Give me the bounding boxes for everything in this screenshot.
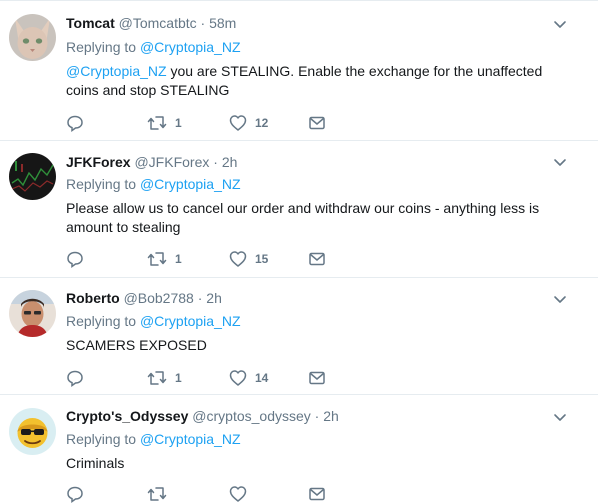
tweet[interactable]: Crypto's_Odyssey @cryptos_odyssey · 2h R… (0, 395, 598, 503)
tweet-header: Crypto's_Odyssey @cryptos_odyssey · 2h (66, 407, 339, 425)
chevron-down-icon[interactable] (553, 155, 567, 169)
tweet-text: SCAMERS EXPOSED (66, 337, 207, 353)
user-handle[interactable]: @Bob2788 (124, 290, 194, 306)
heart-icon (229, 251, 247, 267)
like-count: 14 (255, 371, 269, 385)
timestamp[interactable]: 2h (323, 408, 339, 424)
direct-message-button[interactable] (308, 368, 326, 388)
retweet-count: 1 (175, 371, 182, 385)
envelope-icon (309, 116, 325, 130)
mention-link[interactable]: @Cryptopia_NZ (66, 63, 167, 79)
replying-to-prefix: Replying to (66, 431, 137, 447)
reply-button[interactable] (66, 484, 84, 504)
chevron-down-icon[interactable] (553, 410, 567, 424)
like-count: 15 (255, 252, 269, 266)
retweet-count: 1 (175, 252, 182, 266)
replying-to: Replying to @Cryptopia_NZ (66, 312, 241, 330)
chevron-down-icon[interactable] (553, 292, 567, 306)
tweet[interactable]: JFKForex @JFKForex · 2h Replying to @Cry… (0, 141, 598, 278)
separator: · (197, 290, 203, 306)
like-button[interactable]: 15 (229, 249, 268, 269)
heart-icon (229, 370, 247, 386)
tweet-text: @Cryptopia_NZ you are STEALING. Enable t… (66, 62, 576, 100)
tweet-actions: 1 14 (66, 368, 366, 388)
replying-to-link[interactable]: @Cryptopia_NZ (140, 176, 241, 192)
replying-to: Replying to @Cryptopia_NZ (66, 430, 241, 448)
replying-to: Replying to @Cryptopia_NZ (66, 175, 241, 193)
replying-to-prefix: Replying to (66, 313, 137, 329)
retweet-icon (147, 371, 167, 385)
reply-button[interactable] (66, 368, 84, 388)
user-handle[interactable]: @cryptos_odyssey (192, 408, 310, 424)
retweet-button[interactable]: 1 (147, 249, 182, 269)
separator: · (213, 154, 218, 170)
timestamp[interactable]: 2h (222, 154, 238, 170)
replying-to: Replying to @Cryptopia_NZ (66, 38, 241, 56)
avatar[interactable] (9, 290, 56, 337)
like-button[interactable]: 12 (229, 113, 268, 133)
heart-icon (229, 115, 247, 131)
retweet-button[interactable]: 1 (147, 368, 182, 388)
replying-to-prefix: Replying to (66, 176, 137, 192)
tweet-text: Please allow us to cancel our order and … (66, 200, 540, 235)
replying-to-prefix: Replying to (66, 39, 137, 55)
replying-to-link[interactable]: @Cryptopia_NZ (140, 313, 241, 329)
tweet-text: Criminals (66, 455, 125, 471)
tweet-actions (66, 484, 366, 504)
separator: · (314, 408, 320, 424)
direct-message-button[interactable] (308, 249, 326, 269)
retweet-button[interactable]: 1 (147, 113, 182, 133)
avatar[interactable] (9, 408, 56, 455)
user-handle[interactable]: @Tomcatbtc (119, 15, 197, 31)
tweet-actions: 1 12 (66, 113, 366, 133)
tweet-header: JFKForex @JFKForex · 2h (66, 153, 237, 171)
retweet-button[interactable] (147, 484, 167, 504)
reply-button[interactable] (66, 113, 84, 133)
timestamp[interactable]: 58m (209, 15, 236, 31)
tweet[interactable]: Tomcat @Tomcatbtc · 58m Replying to @Cry… (0, 0, 598, 141)
envelope-icon (309, 252, 325, 266)
reply-icon (67, 370, 83, 387)
chevron-down-icon[interactable] (553, 17, 567, 31)
timestamp[interactable]: 2h (206, 290, 222, 306)
display-name[interactable]: Crypto's_Odyssey (66, 408, 188, 424)
envelope-icon (309, 371, 325, 385)
separator: · (200, 15, 206, 31)
reply-icon (67, 251, 83, 268)
retweet-icon (147, 252, 167, 266)
reply-icon (67, 115, 83, 132)
tweet-header: Roberto @Bob2788 · 2h (66, 289, 222, 307)
display-name[interactable]: Tomcat (66, 15, 115, 31)
like-count: 12 (255, 116, 269, 130)
replying-to-link[interactable]: @Cryptopia_NZ (140, 431, 241, 447)
direct-message-button[interactable] (308, 484, 326, 504)
retweet-count: 1 (175, 116, 182, 130)
like-button[interactable] (229, 484, 247, 504)
like-button[interactable]: 14 (229, 368, 268, 388)
tweet-header: Tomcat @Tomcatbtc · 58m (66, 14, 236, 32)
reply-button[interactable] (66, 249, 84, 269)
replying-to-link[interactable]: @Cryptopia_NZ (140, 39, 241, 55)
direct-message-button[interactable] (308, 113, 326, 133)
retweet-icon (147, 116, 167, 130)
display-name[interactable]: Roberto (66, 290, 120, 306)
avatar[interactable] (9, 153, 56, 200)
tweet[interactable]: Roberto @Bob2788 · 2h Replying to @Crypt… (0, 278, 598, 395)
avatar[interactable] (9, 14, 56, 61)
user-handle[interactable]: @JFKForex (134, 154, 209, 170)
tweet-actions: 1 15 (66, 249, 366, 269)
display-name[interactable]: JFKForex (66, 154, 131, 170)
